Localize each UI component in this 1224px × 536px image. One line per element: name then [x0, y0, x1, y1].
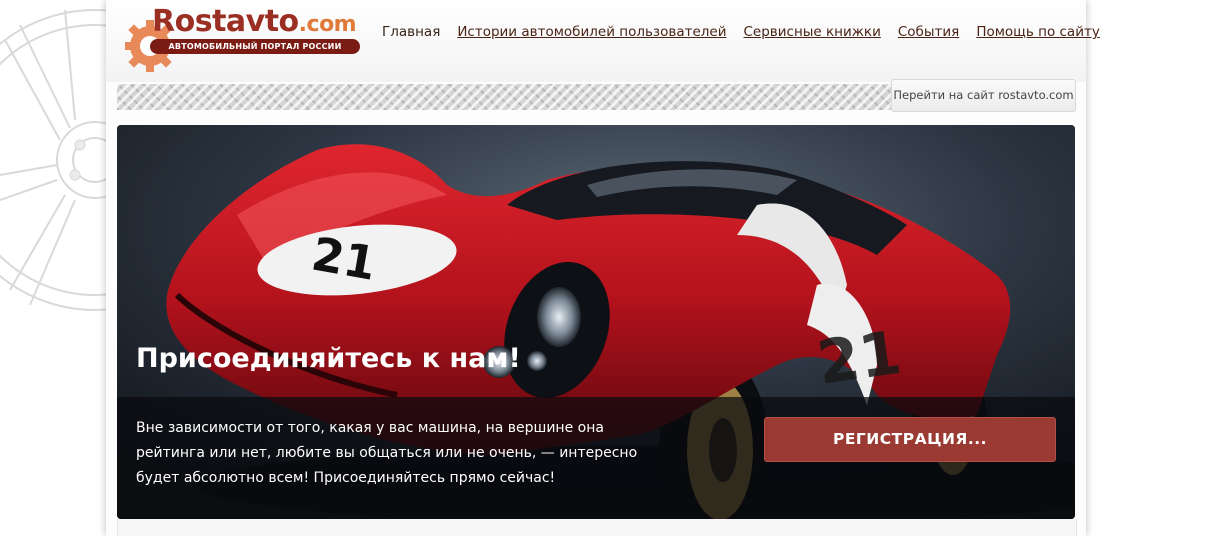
- logo-domain: .com: [298, 12, 357, 37]
- nav-car-stories[interactable]: Истории автомобилей пользователей: [457, 24, 726, 40]
- nav-events[interactable]: События: [898, 24, 959, 40]
- content-area-top: [117, 519, 1077, 536]
- goto-site-button[interactable]: Перейти на сайт rostavto.com: [891, 79, 1076, 112]
- hero-title: Присоединяйтесь к нам!: [136, 343, 521, 374]
- tire-tread-divider: [117, 84, 891, 110]
- hero-banner: 21 21 Присоединяйтесь к нам! Вне зависим…: [117, 125, 1075, 519]
- logo-subtitle: АВТОМОБИЛЬНЫЙ ПОРТАЛ РОССИИ: [150, 39, 360, 54]
- car-side-number: 21: [813, 318, 905, 399]
- register-button[interactable]: РЕГИСТРАЦИЯ...: [764, 417, 1056, 462]
- car-number: 21: [308, 227, 380, 291]
- nav-help[interactable]: Помощь по сайту: [976, 24, 1100, 40]
- hero-description: Вне зависимости от того, какая у вас маш…: [136, 420, 638, 486]
- main-navigation: Главная Истории автомобилей пользователей…: [382, 24, 1117, 40]
- page-container: Rostavto.com АВТОМОБИЛЬНЫЙ ПОРТАЛ РОССИИ…: [106, 0, 1100, 536]
- site-header: Rostavto.com АВТОМОБИЛЬНЫЙ ПОРТАЛ РОССИИ…: [106, 0, 1100, 82]
- site-logo[interactable]: Rostavto.com АВТОМОБИЛЬНЫЙ ПОРТАЛ РОССИИ: [122, 4, 372, 78]
- logo-title: Rostavto.com: [152, 4, 357, 39]
- background-wheel-graphic: [0, 9, 110, 311]
- nav-service-books[interactable]: Сервисные книжки: [743, 24, 880, 40]
- nav-home[interactable]: Главная: [382, 24, 440, 40]
